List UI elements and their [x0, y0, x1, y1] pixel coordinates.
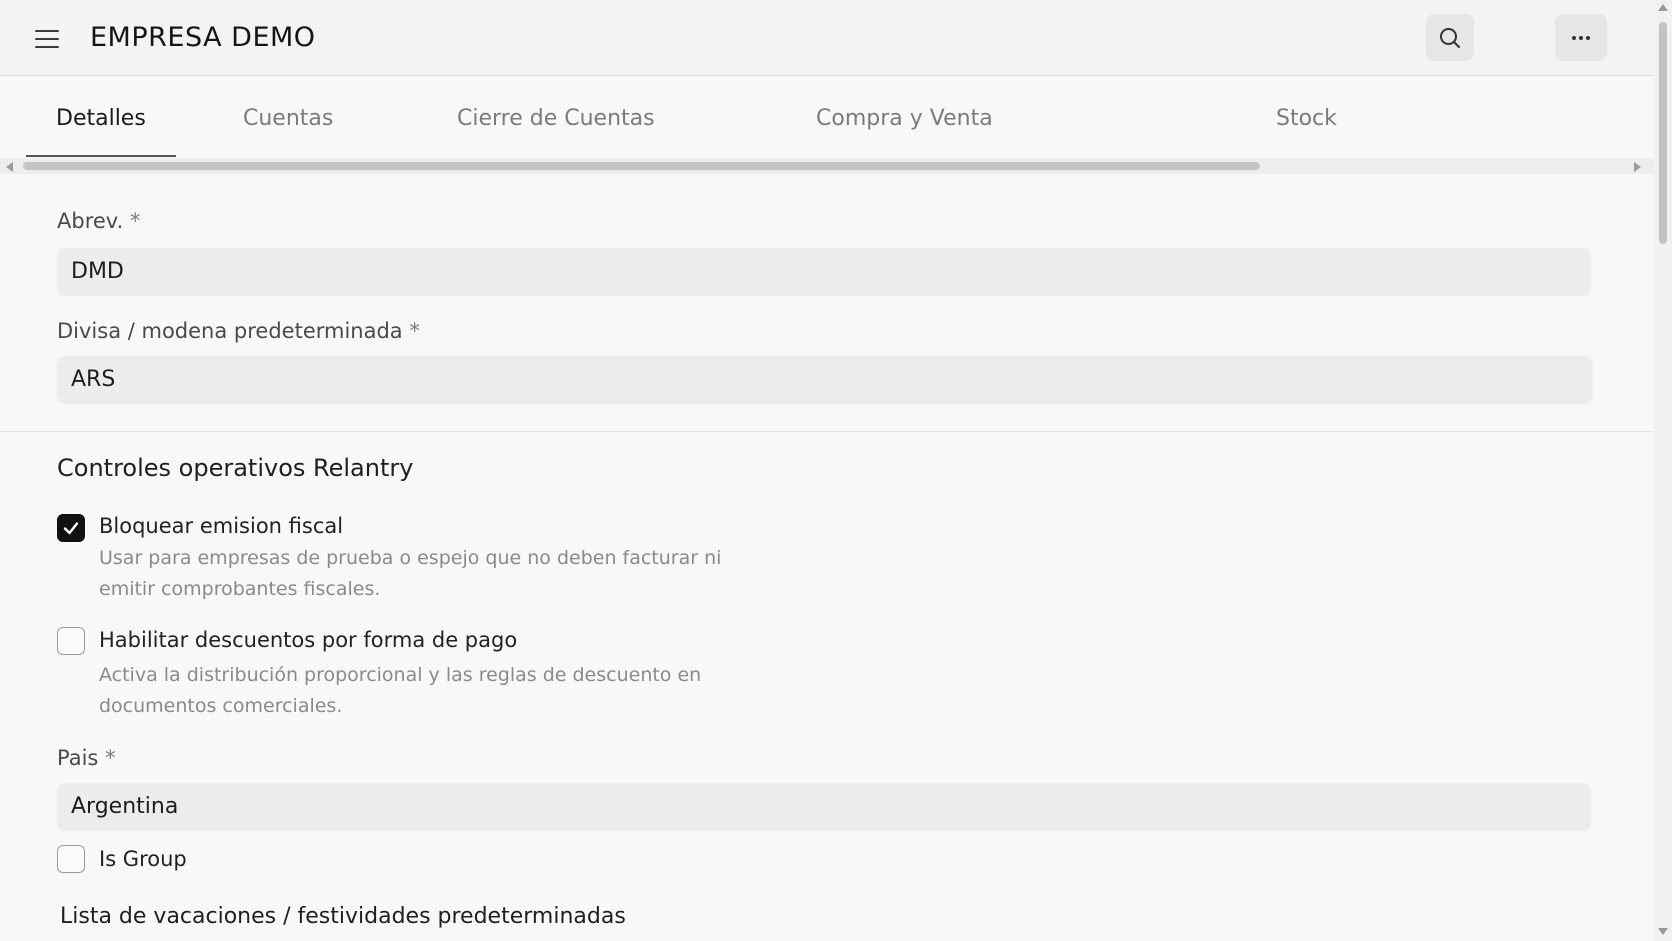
search-button[interactable] — [1426, 14, 1474, 61]
block-fiscal-label[interactable]: Bloquear emision fiscal — [99, 514, 343, 538]
hamburger-menu-icon — [35, 30, 59, 32]
hamburger-line — [35, 38, 59, 40]
country-label-text: Pais — [57, 746, 99, 770]
payment-discounts-checkbox[interactable] — [57, 627, 85, 655]
abbr-field[interactable]: DMD — [57, 248, 1591, 296]
holiday-list-label: Lista de vacaciones / festividades prede… — [60, 904, 626, 929]
tab-detalles[interactable]: Detalles — [56, 106, 146, 131]
vertical-scrollbar[interactable] — [1654, 0, 1672, 941]
scroll-left-arrow-icon[interactable] — [6, 162, 13, 172]
more-horizontal-icon — [1572, 36, 1590, 40]
active-tab-indicator — [26, 155, 176, 157]
abbr-label: Abrev. * — [57, 209, 140, 233]
tab-bar: Detalles Cuentas Cierre de Cuentas Compr… — [0, 76, 1654, 158]
is-group-checkbox[interactable] — [57, 845, 85, 873]
section-divider — [0, 431, 1654, 432]
required-mark: * — [409, 319, 420, 343]
scroll-down-arrow-icon[interactable] — [1658, 928, 1668, 935]
app-window: EMPRESA DEMO Detalles Cuentas Cierre de … — [0, 0, 1672, 941]
required-mark: * — [129, 209, 141, 233]
required-mark: * — [105, 746, 116, 770]
page-title: EMPRESA DEMO — [90, 22, 316, 53]
search-icon — [1440, 28, 1460, 48]
checkmark-icon — [63, 522, 79, 535]
tab-cierre-de-cuentas[interactable]: Cierre de Cuentas — [457, 106, 655, 131]
payment-discounts-label[interactable]: Habilitar descuentos por forma de pago — [99, 628, 517, 652]
tabs-horizontal-scrollbar[interactable] — [0, 158, 1654, 174]
top-bar: EMPRESA DEMO — [0, 0, 1654, 76]
section-title: Controles operativos Relantry — [57, 454, 414, 482]
scroll-up-arrow-icon[interactable] — [1658, 4, 1668, 11]
payment-discounts-description: Activa la distribución proporcional y la… — [99, 664, 702, 717]
more-options-button[interactable] — [1555, 14, 1607, 61]
scrollbar-thumb[interactable] — [23, 162, 1260, 170]
block-fiscal-description: Usar para empresas de prueba o espejo qu… — [99, 547, 722, 600]
scroll-right-arrow-icon[interactable] — [1634, 162, 1641, 172]
country-field[interactable]: Argentina — [57, 783, 1591, 831]
abbr-label-text: Abrev. — [57, 209, 124, 233]
tab-cuentas[interactable]: Cuentas — [243, 106, 333, 131]
tab-compra-y-venta[interactable]: Compra y Venta — [816, 106, 993, 131]
block-fiscal-checkbox[interactable] — [57, 514, 85, 542]
currency-label-text: Divisa / modena predeterminada — [57, 319, 403, 343]
scrollbar-thumb[interactable] — [1659, 22, 1667, 244]
country-label: Pais * — [57, 746, 116, 770]
hamburger-line — [35, 46, 59, 48]
currency-field[interactable]: ARS — [57, 356, 1593, 404]
tab-stock[interactable]: Stock — [1276, 106, 1337, 131]
is-group-label[interactable]: Is Group — [99, 847, 187, 871]
menu-button[interactable] — [30, 22, 64, 56]
currency-label: Divisa / modena predeterminada * — [57, 319, 420, 343]
